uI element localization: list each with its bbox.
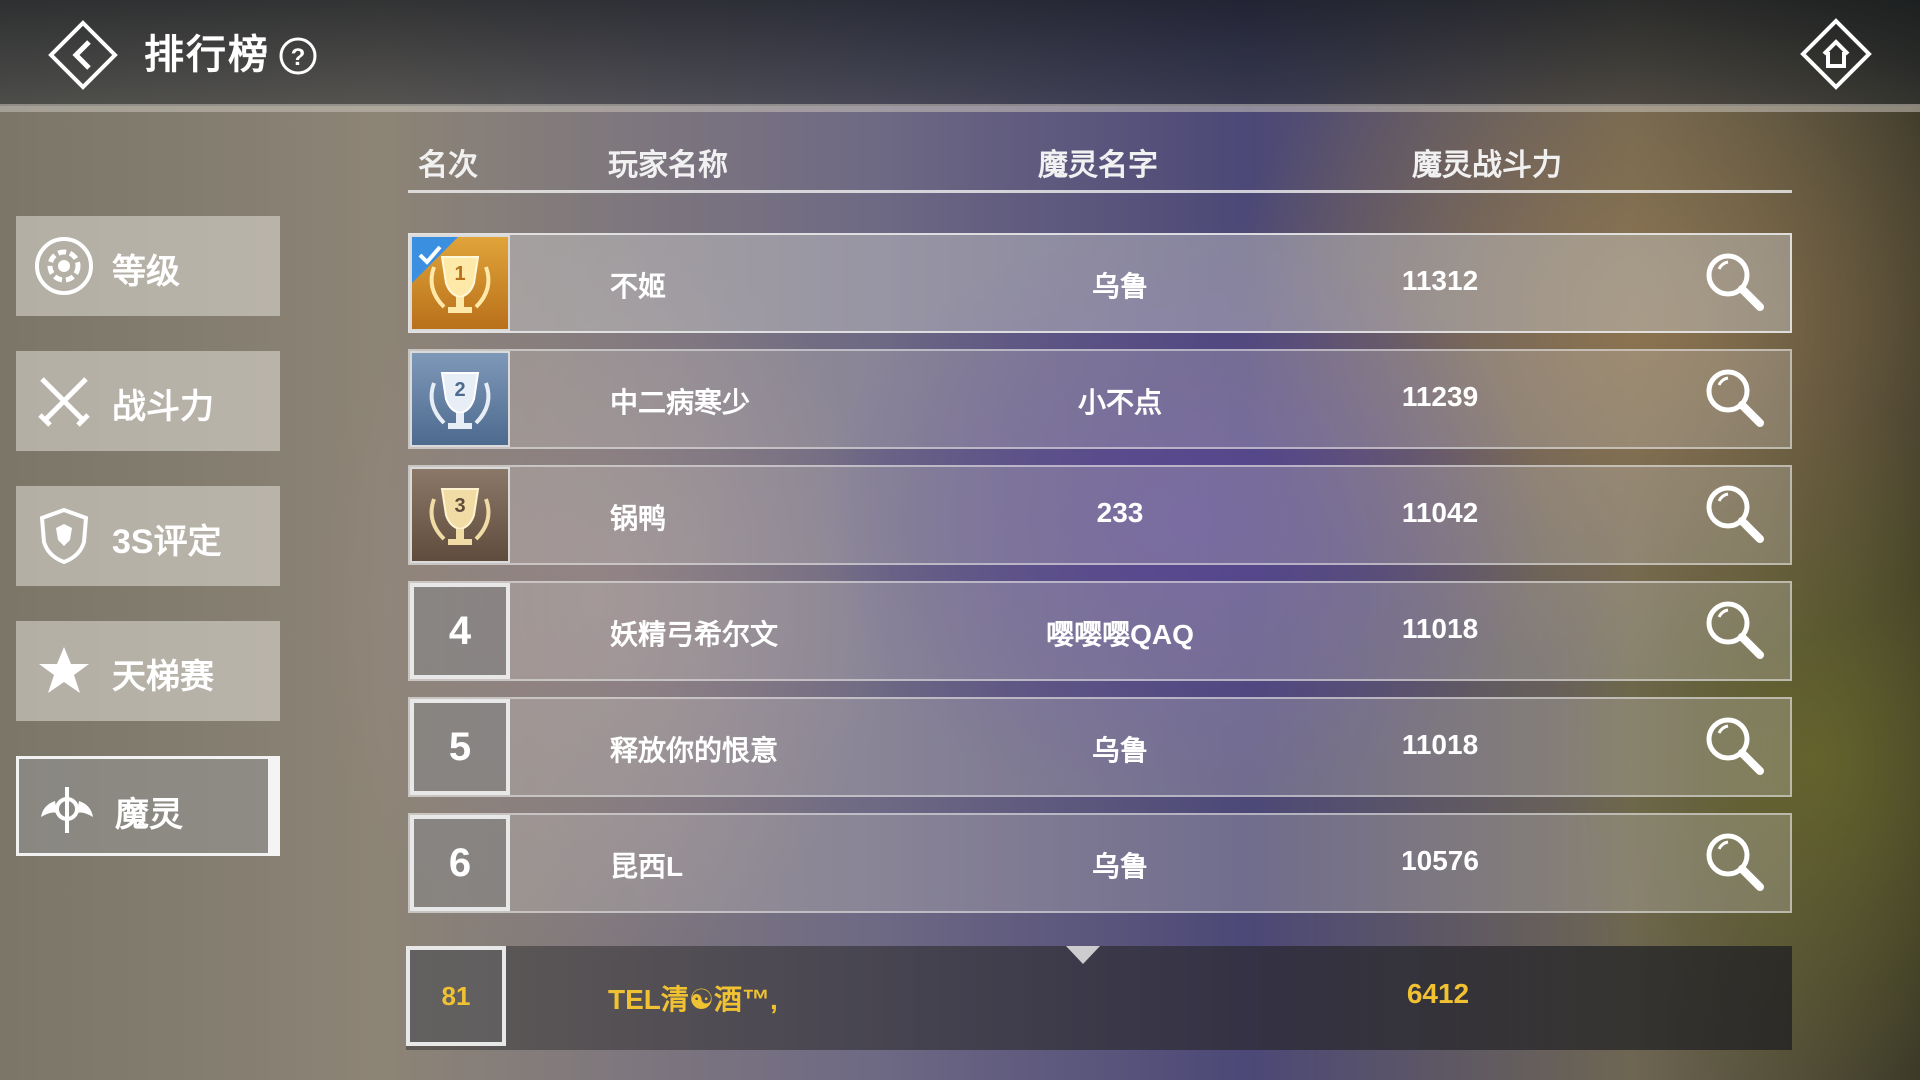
header-divider (408, 190, 1792, 193)
rank-number: 4 (410, 583, 510, 679)
shield-crest-icon (39, 507, 89, 565)
player-name: 妖精弓希尔文 (610, 619, 779, 650)
table-row[interactable]: 2 中二病寒少 小不点 11239 (408, 349, 1792, 449)
home-icon[interactable] (1800, 18, 1872, 90)
search-icon[interactable] (1702, 713, 1768, 779)
bronze-trophy-badge: 3 (410, 467, 510, 563)
spirit-power: 11312 (1401, 265, 1479, 296)
sidebar-item-label: 战斗力 (112, 388, 214, 426)
spirit-name: 233 (1096, 497, 1144, 528)
sidebar-item-label: 等级 (112, 253, 180, 291)
table-row[interactable]: 5 释放你的恨意 乌鲁 11018 (408, 697, 1792, 797)
spirit-name: 嘤嘤嘤QAQ (1046, 619, 1194, 650)
silver-trophy-icon: 2 (429, 372, 491, 429)
winged-emblem-icon (41, 787, 93, 833)
chevron-down-icon (1066, 946, 1100, 964)
sidebar-item-level[interactable]: 等级 (16, 216, 280, 316)
search-icon[interactable] (1702, 597, 1768, 663)
table-header: 名次 玩家名称 魔灵名字 魔灵战斗力 (408, 130, 1792, 190)
sidebar-item-3s-rating[interactable]: 3S评定 (16, 486, 280, 586)
spirit-power: 11239 (1401, 381, 1479, 412)
player-name: 不姬 (610, 271, 667, 302)
spirit-name: 乌鲁 (1091, 735, 1148, 766)
crossed-swords-icon (38, 377, 90, 427)
table-row[interactable]: 4 妖精弓希尔文 嘤嘤嘤QAQ 11018 (408, 581, 1792, 681)
column-header-player: 玩家名称 (608, 149, 728, 182)
gear-badge-icon (35, 237, 93, 295)
ranking-list: 1 不姬 乌鲁 11312 2 中二病寒少 小不点 11239 3 锅鸭 233… (408, 233, 1792, 929)
search-icon[interactable] (1702, 365, 1768, 431)
spirit-name: 乌鲁 (1091, 271, 1148, 302)
gold-trophy-badge: 1 (410, 235, 510, 331)
silver-trophy-badge: 2 (410, 351, 510, 447)
column-header-rank: 名次 (418, 149, 478, 182)
sidebar-item-label: 3S评定 (112, 523, 222, 561)
rank-number: 6 (410, 815, 510, 911)
sidebar-item-power[interactable]: 战斗力 (16, 351, 280, 451)
top-divider (0, 104, 1920, 112)
star-icon (39, 647, 89, 693)
player-name: 昆西L (610, 851, 684, 882)
spirit-name: 小不点 (1077, 387, 1162, 418)
my-spirit-power: 6412 (1406, 978, 1470, 1009)
sidebar-item-label: 天梯赛 (112, 658, 214, 696)
svg-text:3: 3 (454, 495, 465, 517)
my-rank-number: 81 (406, 946, 506, 1046)
help-icon[interactable]: ? (278, 36, 318, 76)
spirit-power: 11018 (1401, 729, 1479, 760)
search-icon[interactable] (1702, 481, 1768, 547)
search-icon[interactable] (1702, 829, 1768, 895)
back-arrow-icon[interactable] (48, 20, 118, 90)
sidebar-item-spirit[interactable]: 魔灵 (16, 756, 280, 856)
spirit-name: 乌鲁 (1091, 851, 1148, 882)
svg-text:?: ? (291, 44, 306, 71)
rank-number: 5 (410, 699, 510, 795)
spirit-power: 10576 (1401, 845, 1479, 876)
svg-text:2: 2 (454, 379, 465, 401)
player-name: 中二病寒少 (610, 387, 751, 418)
player-name: 释放你的恨意 (610, 735, 779, 766)
table-row[interactable]: 6 昆西L 乌鲁 10576 (408, 813, 1792, 913)
page-title: 排行榜 (144, 33, 270, 77)
spirit-power: 11042 (1401, 497, 1479, 528)
player-name: 锅鸭 (610, 503, 667, 534)
current-player-check-icon (412, 237, 458, 283)
spirit-power: 11018 (1401, 613, 1479, 644)
table-row[interactable]: 3 锅鸭 233 11042 (408, 465, 1792, 565)
my-player-name: TEL清☯酒™, (608, 984, 778, 1015)
sidebar-item-ladder[interactable]: 天梯赛 (16, 621, 280, 721)
search-icon[interactable] (1702, 249, 1768, 315)
bronze-trophy-icon: 3 (429, 488, 491, 545)
column-header-power: 魔灵战斗力 (1412, 149, 1562, 182)
sidebar: 等级 战斗力 3S评定 天梯赛 魔灵 (16, 216, 282, 891)
column-header-spirit: 魔灵名字 (1038, 149, 1158, 182)
sidebar-item-label: 魔灵 (115, 796, 183, 834)
table-row[interactable]: 1 不姬 乌鲁 11312 (408, 233, 1792, 333)
